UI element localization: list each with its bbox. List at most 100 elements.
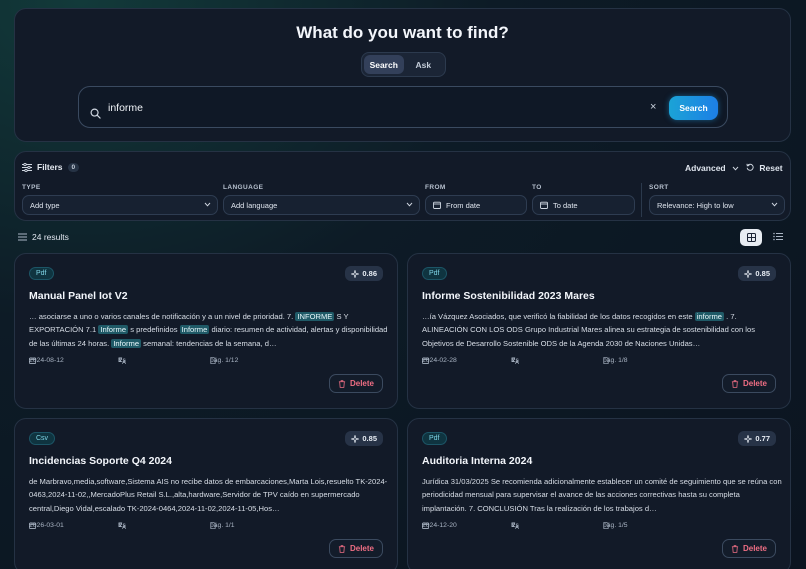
result-date-text: 2026-03-01 [29, 522, 64, 529]
file-type-badge: Csv [29, 432, 56, 445]
sort-filter-label: SORT [649, 184, 669, 191]
result-title[interactable]: Informe Sostenibilidad 2023 Mares [422, 290, 595, 302]
filter-sliders-icon [22, 162, 32, 172]
result-pages-text: pág. 1/8 [603, 357, 628, 364]
search-input[interactable]: informe × Search [78, 86, 728, 128]
type-filter-label: TYPE [22, 184, 41, 191]
mode-search-tab[interactable]: Search [364, 55, 404, 74]
from-date-input[interactable]: From date [425, 195, 527, 215]
relevance-score: 0.85 [362, 434, 377, 443]
delete-button[interactable]: Delete [721, 374, 776, 393]
file-type-badge: Pdf [29, 267, 54, 280]
sparkle-icon [351, 434, 360, 443]
result-language-text: Es [511, 357, 519, 364]
result-card[interactable]: Pdf 0.86 Manual Panel Iot V2 … asociarse… [14, 253, 398, 409]
delete-button[interactable]: Delete [721, 539, 776, 558]
chevron-down-icon [771, 202, 778, 207]
relevance-score-badge: 0.86 [345, 266, 383, 281]
language-select[interactable]: Add language [223, 195, 420, 215]
relevance-score: 0.85 [755, 269, 770, 278]
file-type-label: Pdf [429, 270, 440, 277]
result-title[interactable]: Auditoria Interna 2024 [422, 455, 532, 467]
result-snippet: Jurídica 31/03/2025 Se recomienda adicio… [422, 475, 782, 515]
result-pages-text: pág. 1/5 [603, 522, 628, 529]
file-type-label: Pdf [36, 270, 47, 277]
result-language-text: Es [118, 522, 126, 529]
search-highlight: informe [694, 312, 725, 321]
result-card[interactable]: Pdf 0.85 Informe Sostenibilidad 2023 Mar… [407, 253, 791, 409]
calendar-icon [540, 201, 548, 209]
result-card[interactable]: Csv 0.85 Incidencias Soporte Q4 2024 de … [14, 418, 398, 569]
result-date-text: 2024-12-20 [422, 522, 457, 529]
to-date-input[interactable]: To date [532, 195, 635, 215]
filters-toggle[interactable]: Filters 0 [22, 162, 80, 172]
filters-count-badge: 0 [67, 162, 80, 172]
result-pages: pág. 1/8 [603, 357, 628, 364]
mode-ask-tab[interactable]: Ask [404, 55, 444, 74]
result-pages-text: pág. 1/1 [210, 522, 235, 529]
result-date-text: 2024-08-12 [29, 357, 64, 364]
result-language: Es [118, 522, 126, 529]
search-panel: What do you want to find? Search Ask inf… [14, 8, 791, 142]
delete-label: Delete [349, 544, 374, 553]
trash-icon [731, 379, 739, 388]
result-snippet: de Marbravo,media,software,Sistema AIS n… [29, 475, 389, 515]
language-select-placeholder: Add language [231, 200, 278, 210]
chevron-down-icon [406, 202, 413, 207]
result-date: 2024-12-20 [422, 522, 457, 529]
result-language-text: Es [511, 522, 519, 529]
to-filter-label: TO [532, 184, 542, 191]
snippet-text: … asociarse a uno o varios canales de no… [29, 312, 296, 321]
language-filter-label: LANGUAGE [223, 184, 264, 191]
clear-icon[interactable]: × [650, 101, 656, 113]
sparkle-icon [351, 269, 360, 278]
reset-icon [746, 163, 754, 171]
search-button[interactable]: Search [669, 96, 718, 120]
mode-toggle: Search Ask [361, 52, 446, 77]
delete-label: Delete [349, 379, 374, 388]
reset-button[interactable]: Reset [746, 163, 783, 173]
type-select[interactable]: Add type [22, 195, 218, 215]
search-highlight: Informe [111, 338, 142, 348]
filters-panel: Filters 0 Advanced Reset TYPE Add type L… [14, 151, 791, 221]
relevance-score: 0.77 [755, 434, 770, 443]
sort-select-value: Relevance: High to low [657, 200, 734, 210]
filters-title: Filters [37, 162, 63, 172]
sparkle-icon [744, 434, 753, 443]
file-type-badge: Pdf [422, 267, 447, 280]
result-card[interactable]: Pdf 0.77 Auditoria Interna 2024 Jurídica… [407, 418, 791, 569]
search-query-text[interactable]: informe [108, 102, 143, 114]
result-pages: pág. 1/12 [210, 357, 238, 364]
snippet-text: de Marbravo,media,software,Sistema AIS n… [29, 477, 388, 513]
result-language: Es [511, 357, 519, 364]
result-title[interactable]: Manual Panel Iot V2 [29, 290, 128, 302]
calendar-icon [433, 201, 441, 209]
result-language: Es [118, 357, 126, 364]
grid-view-button[interactable] [740, 229, 762, 246]
result-date: 2024-02-28 [422, 357, 457, 364]
delete-button[interactable]: Delete [328, 539, 383, 558]
result-date: 2026-03-01 [29, 522, 64, 529]
file-type-label: Csv [36, 435, 49, 442]
result-pages: pág. 1/5 [603, 522, 628, 529]
relevance-score: 0.86 [362, 269, 377, 278]
result-snippet: … asociarse a uno o varios canales de no… [29, 310, 389, 350]
search-highlight: Informe [179, 325, 210, 335]
delete-label: Delete [742, 544, 767, 553]
snippet-text: Jurídica 31/03/2025 Se recomienda adicio… [422, 477, 782, 513]
result-date: 2024-08-12 [29, 357, 64, 364]
result-title[interactable]: Incidencias Soporte Q4 2024 [29, 455, 172, 467]
delete-button[interactable]: Delete [328, 374, 383, 393]
advanced-label: Advanced [685, 163, 726, 173]
results-count: 24 results [18, 232, 69, 242]
snippet-text: semanal: tendencias de la semana, d… [141, 338, 277, 348]
result-date-text: 2024-02-28 [422, 357, 457, 364]
advanced-toggle[interactable]: Advanced [685, 163, 739, 173]
sort-select[interactable]: Relevance: High to low [649, 195, 785, 215]
filters-divider [641, 183, 642, 217]
search-highlight: INFORME [295, 312, 335, 321]
relevance-score-badge: 0.85 [345, 431, 383, 446]
list-view-icon[interactable] [773, 232, 783, 241]
results-list-icon [18, 233, 27, 241]
relevance-score-badge: 0.85 [738, 266, 776, 281]
